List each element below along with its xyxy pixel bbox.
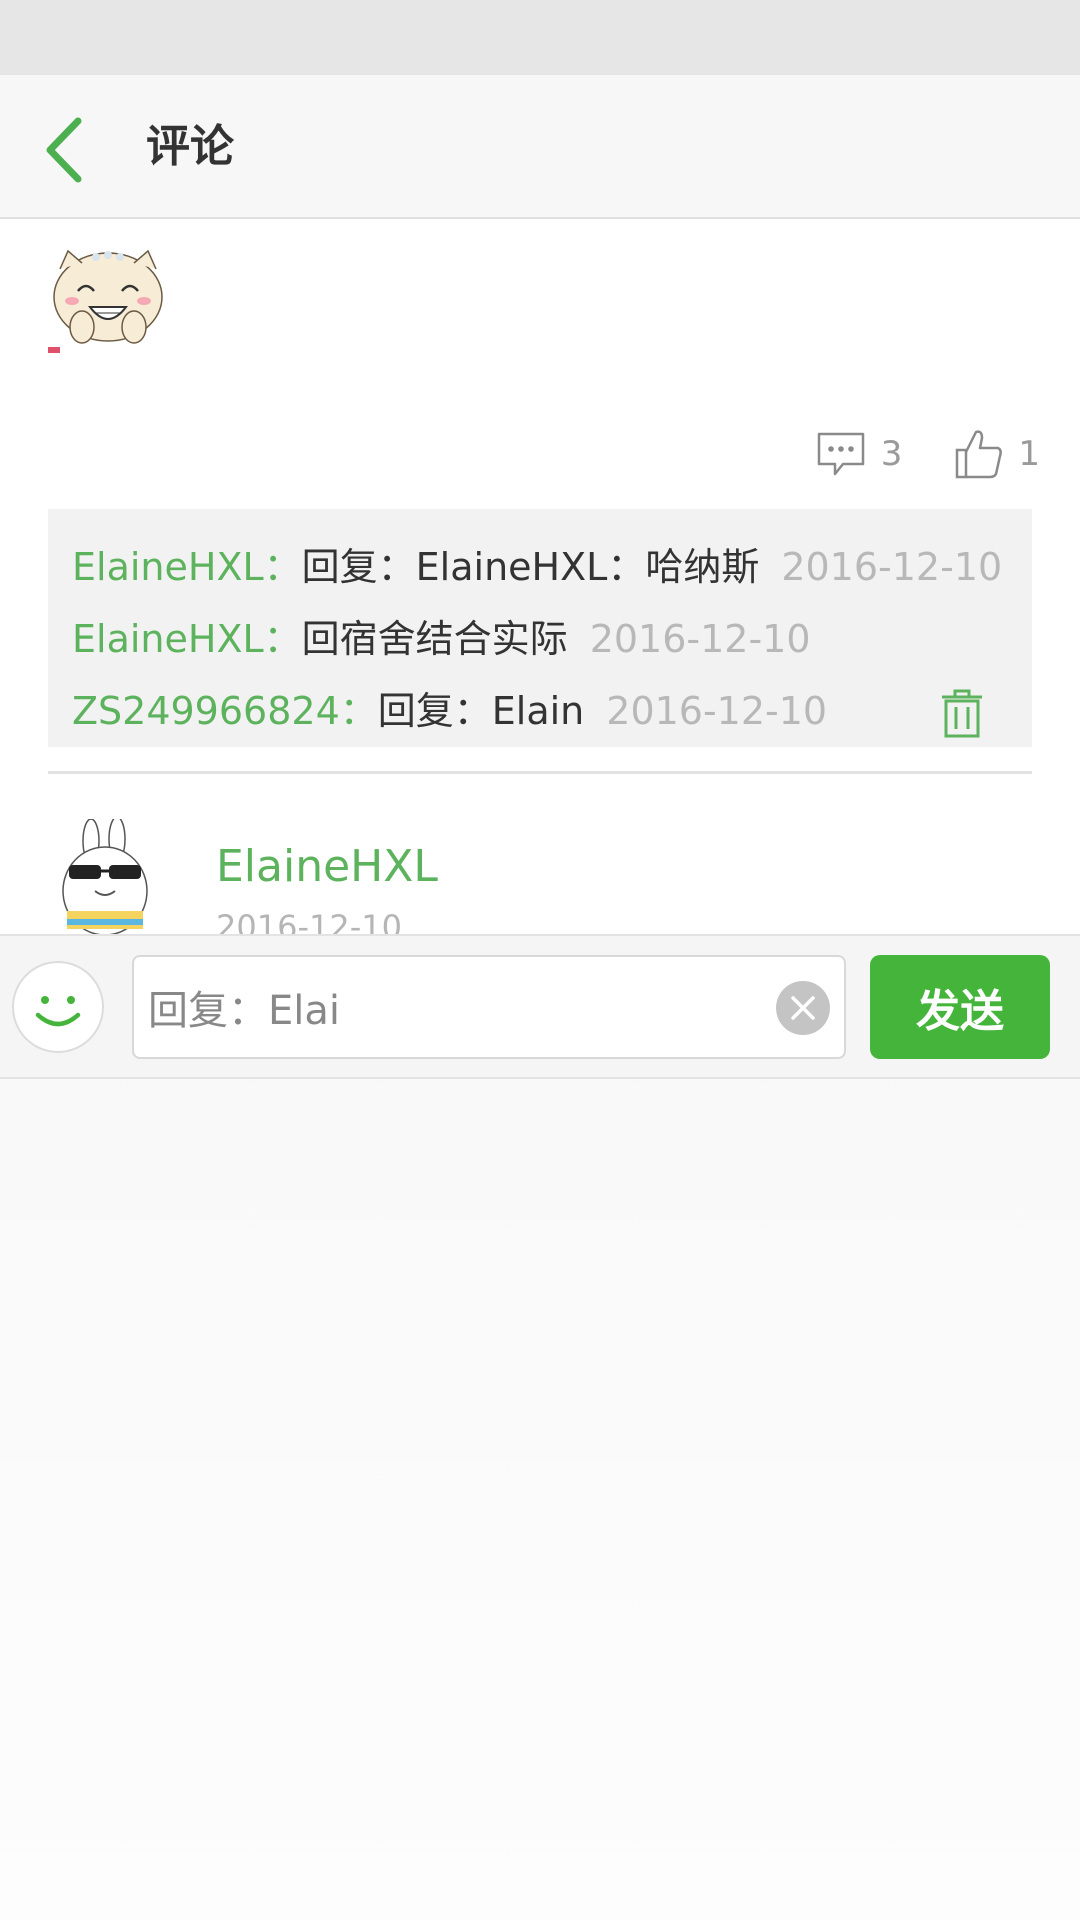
page-title: 评论	[146, 121, 234, 172]
delete-icon[interactable]	[940, 689, 984, 739]
divider	[48, 771, 1032, 774]
avatar-rabbit-sticker[interactable]	[55, 819, 155, 934]
reply-colon: ：	[339, 689, 378, 733]
send-button[interactable]: 发送	[870, 955, 1050, 1059]
like-action[interactable]: 1	[954, 428, 1040, 480]
reply-colon: ：	[263, 545, 302, 589]
reply-text: 回复：Elain	[377, 689, 585, 733]
reply-date: 2016-12-10	[606, 689, 828, 733]
back-button[interactable]	[40, 115, 100, 185]
reply-input[interactable]	[148, 957, 748, 1057]
reply-username[interactable]: ZS249966824	[72, 689, 340, 733]
status-bar	[0, 0, 1080, 75]
comment-date: 2016-12-10	[216, 908, 402, 934]
clear-button[interactable]	[776, 981, 830, 1035]
comment-username[interactable]: ElaineHXL	[216, 839, 438, 895]
thumbs-up-icon	[956, 430, 1003, 479]
reply-text: 回宿舍结合实际	[301, 617, 568, 661]
comment-bubble-icon	[817, 432, 864, 476]
comment-list[interactable]: 3 1 ElaineHXL：回复：ElaineHXL：哈纳斯 2016-12-10…	[0, 219, 1080, 934]
app-bar: 评论	[0, 75, 1080, 219]
reply-username[interactable]: ElaineHXL	[72, 545, 264, 589]
reply-date: 2016-12-10	[781, 545, 1003, 589]
reply-item[interactable]: ElaineHXL：回宿舍结合实际 2016-12-10	[72, 603, 1032, 675]
reply-field	[132, 955, 846, 1059]
reply-item[interactable]: ZS249966824：回复：Elain 2016-12-10	[72, 675, 1032, 747]
comment-count: 3	[880, 434, 903, 474]
emoji-button[interactable]	[12, 961, 104, 1053]
back-arrow-icon	[46, 117, 82, 183]
comment-action[interactable]: 3	[815, 430, 903, 478]
close-icon	[791, 996, 815, 1020]
comment-actions: 3 1	[815, 424, 1040, 484]
avatar-cat-sticker[interactable]	[48, 247, 168, 355]
reply-colon: ：	[263, 617, 302, 661]
reply-username[interactable]: ElaineHXL	[72, 617, 264, 661]
smiley-icon	[35, 996, 81, 1027]
reply-date: 2016-12-10	[589, 617, 811, 661]
like-count: 1	[1018, 434, 1040, 474]
reply-text: 回复：ElaineHXL：哈纳斯	[301, 545, 760, 589]
reply-input-bar: 发送	[0, 934, 1080, 1079]
reply-list: ElaineHXL：回复：ElaineHXL：哈纳斯 2016-12-10 Ela…	[48, 509, 1032, 747]
reply-item[interactable]: ElaineHXL：回复：ElaineHXL：哈纳斯 2016-12-10	[72, 531, 1032, 603]
